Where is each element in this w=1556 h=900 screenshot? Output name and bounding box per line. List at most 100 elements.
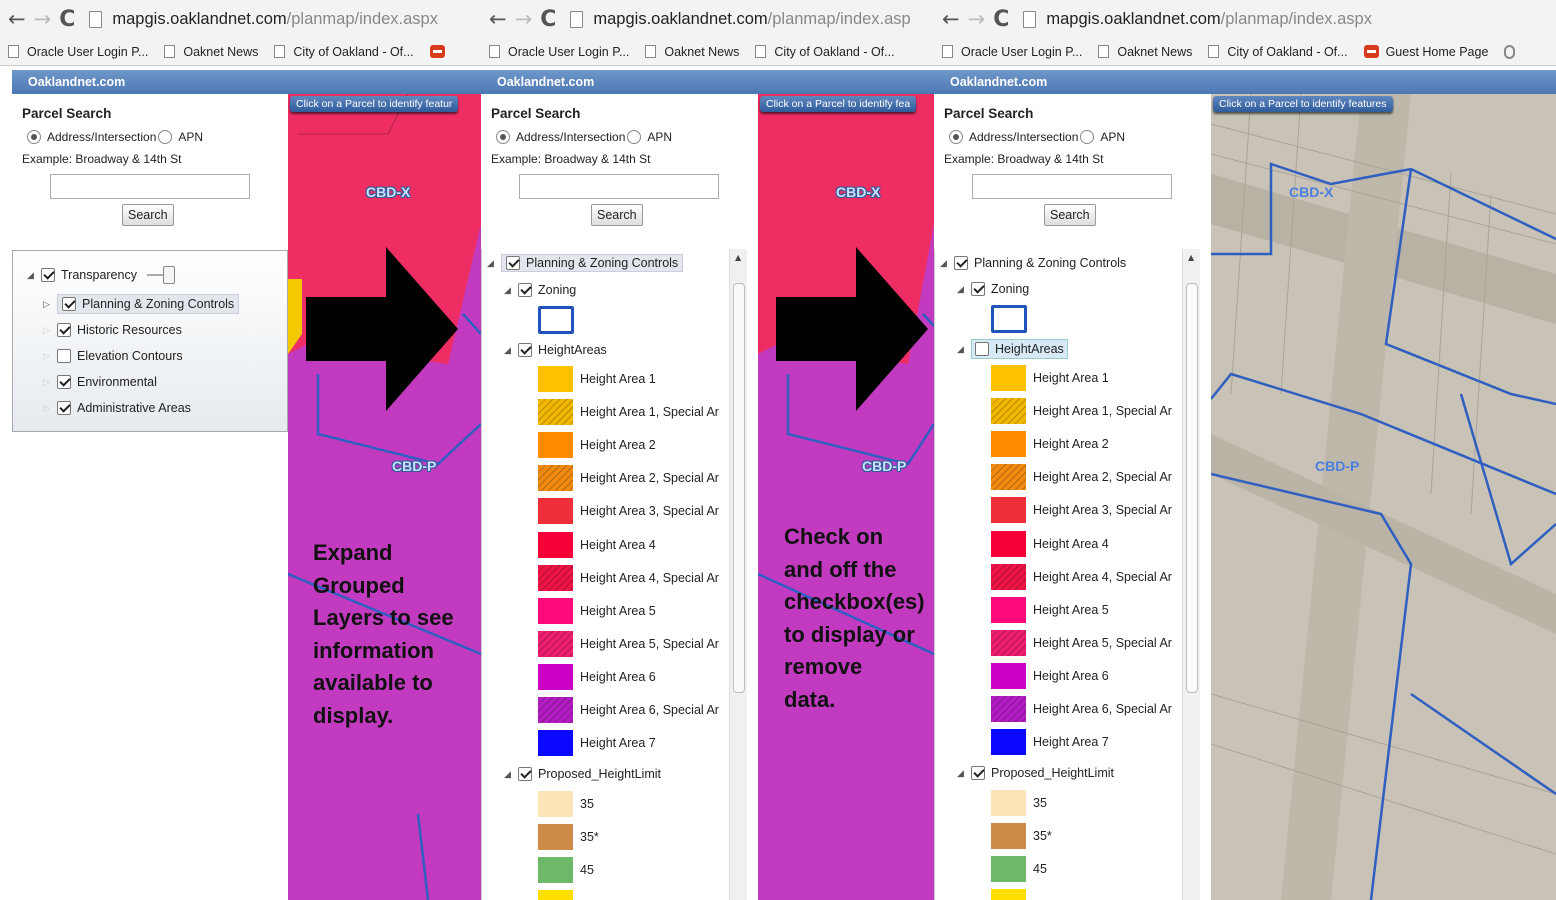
- forward-icon[interactable]: →: [968, 7, 986, 31]
- reload-icon[interactable]: C: [993, 7, 1009, 32]
- reload-icon[interactable]: C: [59, 7, 75, 32]
- radio-address[interactable]: [27, 130, 41, 144]
- layer-checkbox[interactable]: [57, 375, 71, 389]
- map-graphics: [288, 94, 481, 900]
- scroll-up-icon[interactable]: ▲: [735, 253, 741, 262]
- collapse-icon[interactable]: ◢: [487, 258, 501, 269]
- back-icon[interactable]: ←: [489, 7, 507, 31]
- expand-icon[interactable]: ▷: [43, 325, 57, 336]
- heightareas-checkbox[interactable]: [975, 342, 989, 356]
- search-button[interactable]: Search: [122, 204, 174, 226]
- tree-scrollbar[interactable]: ▲: [1182, 249, 1200, 900]
- reload-icon[interactable]: C: [540, 7, 556, 32]
- bookmark-item[interactable]: [1504, 44, 1521, 59]
- page-icon: [645, 45, 657, 58]
- layer-checkbox[interactable]: [62, 297, 76, 311]
- bookmark-item[interactable]: Oaknet News: [645, 45, 739, 59]
- collapse-icon[interactable]: ◢: [504, 345, 518, 356]
- bookmark-item[interactable]: Oaknet News: [164, 45, 258, 59]
- proposed-checkbox[interactable]: [518, 767, 532, 781]
- collapse-icon[interactable]: ◢: [27, 270, 41, 281]
- bookmark-item[interactable]: City of Oakland - Of...: [1208, 45, 1348, 59]
- search-mode-options: Address/Intersection APN: [949, 130, 1125, 144]
- collapse-icon[interactable]: ◢: [940, 258, 954, 269]
- expand-icon[interactable]: ▷: [43, 299, 57, 310]
- transparency-checkbox[interactable]: [41, 268, 55, 282]
- scroll-thumb[interactable]: [1186, 283, 1198, 693]
- page-icon: [755, 45, 767, 58]
- search-button[interactable]: Search: [591, 204, 643, 226]
- bookmark-item[interactable]: Guest Home Page: [1363, 45, 1488, 59]
- bookmark-item[interactable]: City of Oakland - Of...: [274, 44, 414, 59]
- parcel-search-title: Parcel Search: [944, 106, 1034, 121]
- zoning-checkbox[interactable]: [518, 283, 532, 297]
- heightareas-checkbox[interactable]: [518, 343, 532, 357]
- zoning-checkbox[interactable]: [971, 282, 985, 296]
- search-button[interactable]: Search: [1044, 204, 1096, 226]
- bookmark-item[interactable]: Oracle User Login P...: [8, 45, 148, 59]
- scroll-thumb[interactable]: [733, 283, 745, 693]
- layer-label: Environmental: [77, 375, 157, 389]
- radio-apn-label: APN: [178, 130, 204, 144]
- forward-icon[interactable]: →: [34, 7, 52, 31]
- note-line: Check on: [784, 524, 884, 549]
- expand-icon[interactable]: ▷: [43, 403, 57, 414]
- page-icon: [274, 45, 286, 58]
- legend-swatch: [991, 856, 1026, 882]
- tree-scrollbar[interactable]: ▲: [729, 249, 747, 900]
- collapse-icon[interactable]: ◢: [957, 768, 971, 779]
- radio-address[interactable]: [496, 130, 510, 144]
- legend-item: Height Area 5, Special Ar: [538, 630, 719, 657]
- layer-checkbox[interactable]: [57, 349, 71, 363]
- note-line: and off the: [784, 556, 897, 582]
- search-input[interactable]: [519, 174, 719, 199]
- search-input[interactable]: [972, 174, 1172, 199]
- bookmark-item[interactable]: City of Oakland - Of...: [755, 45, 895, 59]
- layer-checkbox[interactable]: [57, 323, 71, 337]
- proposed-checkbox[interactable]: [971, 766, 985, 780]
- legend-item: Height Area 6: [538, 663, 656, 690]
- collapse-icon[interactable]: ◢: [504, 769, 518, 780]
- bookmark-label: City of Oakland - Of...: [293, 44, 414, 59]
- map-canvas[interactable]: Click on a Parcel to identify fea CBD-X …: [758, 94, 934, 900]
- layer-checkbox[interactable]: [57, 401, 71, 415]
- group-checkbox[interactable]: [954, 256, 968, 270]
- bookmark-item[interactable]: [429, 45, 452, 58]
- back-icon[interactable]: ←: [942, 7, 960, 31]
- address-bar[interactable]: mapgis.oaklandnet.com/planmap/index.asp: [570, 4, 934, 34]
- proposed-legend-item: 35: [538, 791, 594, 817]
- map-canvas[interactable]: Click on a Parcel to identify features C…: [1211, 94, 1556, 900]
- radio-address[interactable]: [949, 130, 963, 144]
- legend-swatch: [991, 365, 1026, 391]
- map-canvas[interactable]: Click on a Parcel to identify featur CBD…: [288, 94, 481, 900]
- sidebar: Parcel Search Address/Intersection APN E…: [934, 94, 1211, 900]
- radio-apn[interactable]: [627, 130, 642, 144]
- expand-icon[interactable]: ▷: [43, 377, 57, 388]
- legend-swatch: [538, 730, 573, 757]
- tree-group-item[interactable]: Planning & Zoning Controls: [501, 254, 684, 272]
- map-graphics: [758, 94, 934, 656]
- bookmark-item[interactable]: Oracle User Login P...: [942, 45, 1082, 59]
- address-bar[interactable]: mapgis.oaklandnet.com/planmap/index.aspx: [89, 4, 481, 34]
- zoning-swatch-row: [538, 306, 581, 334]
- legend-label: 45: [1033, 862, 1047, 876]
- layer-item-planning[interactable]: Planning & Zoning Controls: [57, 294, 240, 314]
- radio-apn[interactable]: [158, 130, 173, 144]
- legend-label: 35*: [1033, 829, 1052, 843]
- collapse-icon[interactable]: ◢: [957, 284, 971, 295]
- radio-apn[interactable]: [1080, 130, 1095, 144]
- heightareas-item[interactable]: HeightAreas: [971, 339, 1068, 359]
- bookmark-item[interactable]: Oaknet News: [1098, 45, 1192, 59]
- expand-icon[interactable]: ▷: [43, 351, 57, 362]
- zone-label-bottom: CBD-P: [862, 458, 907, 474]
- scroll-up-icon[interactable]: ▲: [1188, 253, 1194, 262]
- forward-icon[interactable]: →: [515, 7, 533, 31]
- group-checkbox[interactable]: [506, 256, 520, 270]
- collapse-icon[interactable]: ◢: [504, 285, 518, 296]
- bookmark-item[interactable]: Oracle User Login P...: [489, 45, 629, 59]
- search-input[interactable]: [50, 174, 250, 199]
- collapse-icon[interactable]: ◢: [957, 344, 971, 355]
- address-bar[interactable]: mapgis.oaklandnet.com/planmap/index.aspx: [1023, 4, 1556, 34]
- transparency-slider[interactable]: [146, 266, 175, 284]
- back-icon[interactable]: ←: [8, 7, 26, 31]
